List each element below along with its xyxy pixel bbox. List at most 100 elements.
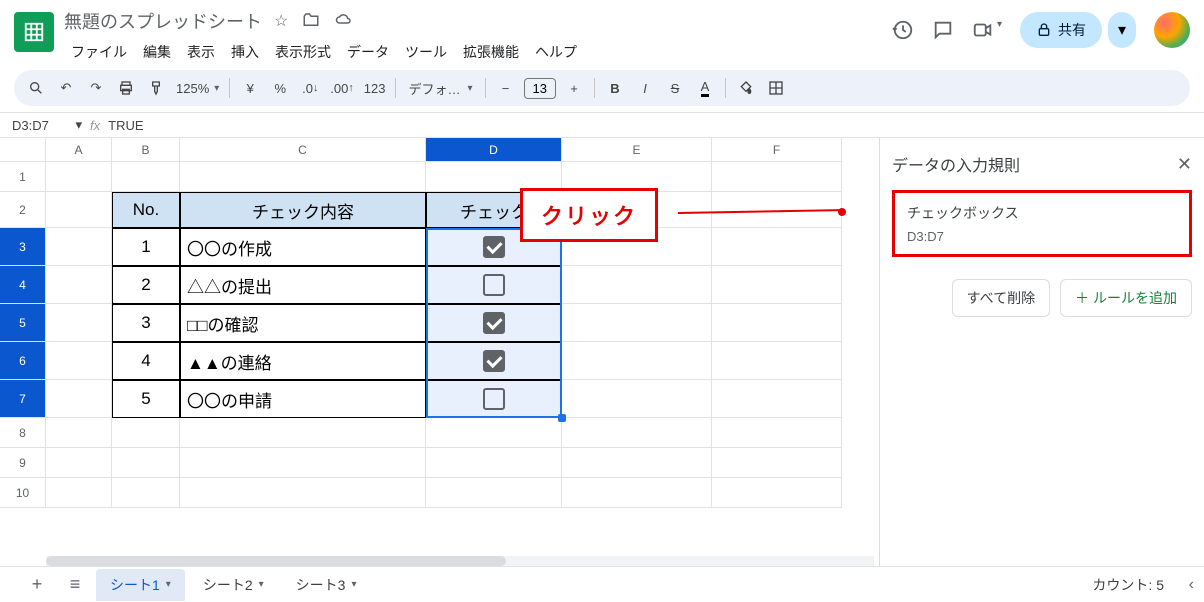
select-all-corner[interactable]	[0, 138, 46, 162]
row-header[interactable]: 7	[0, 380, 46, 418]
menu-file[interactable]: ファイル	[64, 38, 134, 66]
sidebar-title: データの入力規則	[892, 152, 1020, 176]
annotation-click: クリック	[520, 188, 658, 242]
row-header[interactable]: 6	[0, 342, 46, 380]
avatar[interactable]	[1154, 12, 1190, 48]
row-header[interactable]: 3	[0, 228, 46, 266]
sheet-tab[interactable]: シート3▾	[282, 569, 371, 601]
table-cell-content[interactable]: 〇〇の作成	[180, 228, 426, 266]
table-cell-content[interactable]: 〇〇の申請	[180, 380, 426, 418]
paint-format-icon[interactable]	[142, 74, 170, 102]
col-header-A[interactable]: A	[46, 138, 112, 162]
fx-icon: fx	[90, 118, 100, 133]
redo-icon[interactable]: ↷	[82, 74, 110, 102]
number-format-button[interactable]: 123	[360, 74, 390, 102]
bold-button[interactable]: B	[601, 74, 629, 102]
share-button[interactable]: 共有	[1020, 12, 1102, 48]
delete-all-button[interactable]: すべて削除	[952, 279, 1050, 317]
checkbox-cell[interactable]	[426, 380, 562, 418]
row-header[interactable]: 10	[0, 478, 46, 508]
add-sheet-button[interactable]: +	[20, 570, 54, 600]
row-header[interactable]: 9	[0, 448, 46, 478]
horizontal-scrollbar[interactable]	[46, 556, 874, 566]
name-box[interactable]: D3:D7▾	[12, 117, 82, 133]
menu-format[interactable]: 表示形式	[268, 38, 338, 66]
fill-color-button[interactable]	[732, 74, 760, 102]
explore-icon[interactable]: ‹	[1189, 576, 1194, 594]
history-icon[interactable]	[892, 19, 914, 41]
row-header[interactable]: 2	[0, 192, 46, 228]
table-cell-content[interactable]: ▲▲の連絡	[180, 342, 426, 380]
row-header[interactable]: 4	[0, 266, 46, 304]
text-color-button[interactable]: A	[691, 74, 719, 102]
share-dropdown[interactable]: ▾	[1108, 12, 1136, 48]
checkbox-icon[interactable]	[483, 274, 505, 296]
status-count[interactable]: カウント: 5	[1092, 575, 1204, 595]
table-header-no[interactable]: No.	[112, 192, 180, 228]
checkbox-cell[interactable]	[426, 342, 562, 380]
table-cell-content[interactable]: △△の提出	[180, 266, 426, 304]
checkbox-icon[interactable]	[483, 350, 505, 372]
decrease-decimal-icon[interactable]: .0↓	[296, 74, 324, 102]
menu-help[interactable]: ヘルプ	[528, 38, 584, 66]
rule-type: チェックボックス	[907, 203, 1177, 223]
validation-rule-card[interactable]: チェックボックス D3:D7	[892, 190, 1192, 257]
cloud-icon[interactable]	[334, 11, 354, 31]
col-header-D[interactable]: D	[426, 138, 562, 162]
menu-data[interactable]: データ	[340, 38, 396, 66]
menu-tools[interactable]: ツール	[398, 38, 454, 66]
formula-input[interactable]: TRUE	[108, 118, 143, 133]
col-header-C[interactable]: C	[180, 138, 426, 162]
toolbar: ↶ ↷ 125% ¥ % .0↓ .00↑ 123 デフォ… − 13 + B …	[14, 70, 1190, 106]
zoom-select[interactable]: 125%	[172, 74, 223, 102]
italic-button[interactable]: I	[631, 74, 659, 102]
move-icon[interactable]	[302, 11, 320, 31]
row-header[interactable]: 5	[0, 304, 46, 342]
percent-button[interactable]: %	[266, 74, 294, 102]
row-header[interactable]: 1	[0, 162, 46, 192]
borders-button[interactable]	[762, 74, 790, 102]
checkbox-icon[interactable]	[483, 236, 505, 258]
sheet-tab[interactable]: シート2▾	[189, 569, 278, 601]
font-size-input[interactable]: 13	[524, 78, 556, 99]
checkbox-cell[interactable]	[426, 266, 562, 304]
table-cell-content[interactable]: □□の確認	[180, 304, 426, 342]
font-size-increase[interactable]: +	[560, 74, 588, 102]
table-cell-no[interactable]: 1	[112, 228, 180, 266]
col-header-B[interactable]: B	[112, 138, 180, 162]
table-cell-no[interactable]: 4	[112, 342, 180, 380]
close-icon[interactable]: ✕	[1177, 154, 1192, 175]
table-cell-no[interactable]: 2	[112, 266, 180, 304]
menu-extensions[interactable]: 拡張機能	[456, 38, 526, 66]
menu-insert[interactable]: 挿入	[224, 38, 266, 66]
table-header-content[interactable]: チェック内容	[180, 192, 426, 228]
row-header[interactable]: 8	[0, 418, 46, 448]
font-size-decrease[interactable]: −	[492, 74, 520, 102]
add-rule-button[interactable]: ＋ ルールを追加	[1060, 279, 1192, 317]
star-icon[interactable]: ☆	[274, 11, 288, 31]
meet-icon[interactable]	[972, 19, 1002, 41]
doc-title[interactable]: 無題のスプレッドシート	[64, 8, 262, 34]
strike-button[interactable]: S	[661, 74, 689, 102]
table-cell-no[interactable]: 3	[112, 304, 180, 342]
table-cell-no[interactable]: 5	[112, 380, 180, 418]
comments-icon[interactable]	[932, 19, 954, 41]
menu-view[interactable]: 表示	[180, 38, 222, 66]
all-sheets-button[interactable]: ≡	[58, 570, 92, 600]
sheet-tab[interactable]: シート1▾	[96, 569, 185, 601]
font-select[interactable]: デフォ…	[402, 74, 478, 102]
spreadsheet-grid[interactable]: A B C D E F 1 2 No. チェック内容 チェック 3	[0, 138, 879, 588]
sheets-logo[interactable]	[14, 12, 54, 52]
selection-handle[interactable]	[558, 414, 566, 422]
search-icon[interactable]	[22, 74, 50, 102]
undo-icon[interactable]: ↶	[52, 74, 80, 102]
currency-button[interactable]: ¥	[236, 74, 264, 102]
increase-decimal-icon[interactable]: .00↑	[326, 74, 358, 102]
menu-edit[interactable]: 編集	[136, 38, 178, 66]
checkbox-icon[interactable]	[483, 388, 505, 410]
col-header-E[interactable]: E	[562, 138, 712, 162]
checkbox-cell[interactable]	[426, 304, 562, 342]
col-header-F[interactable]: F	[712, 138, 842, 162]
print-icon[interactable]	[112, 74, 140, 102]
checkbox-icon[interactable]	[483, 312, 505, 334]
